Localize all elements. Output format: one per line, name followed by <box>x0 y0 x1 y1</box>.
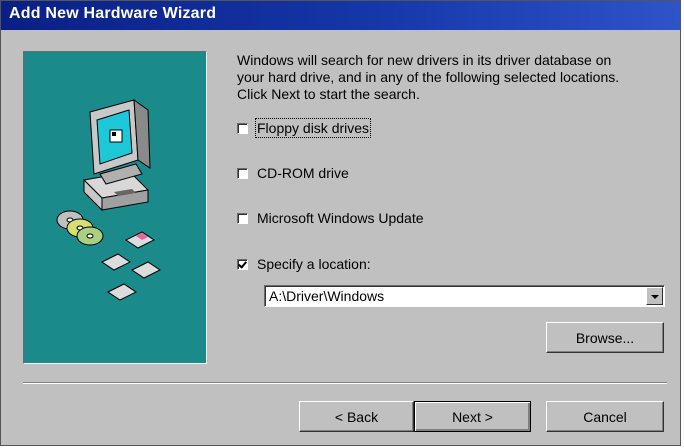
specify-location-checkbox[interactable] <box>237 258 248 270</box>
intro-line: Click Next to start the search. <box>237 86 420 102</box>
floppy-label[interactable]: Floppy disk drives <box>254 118 372 138</box>
floppy-checkbox[interactable] <box>237 122 248 134</box>
cdrom-label[interactable]: CD-ROM drive <box>257 165 349 181</box>
wizard-illustration <box>23 51 207 364</box>
option-specify-location[interactable]: Specify a location: <box>237 255 371 273</box>
option-windows-update[interactable]: Microsoft Windows Update <box>237 209 424 227</box>
computer-icon <box>82 98 151 212</box>
option-floppy[interactable]: Floppy disk drives <box>237 118 372 138</box>
window-title: Add New Hardware Wizard <box>9 5 217 22</box>
divider <box>23 382 667 384</box>
intro-line: your hard drive, and in any of the follo… <box>237 69 620 85</box>
floppy-disks-icon <box>101 231 161 301</box>
specify-location-label[interactable]: Specify a location: <box>257 256 371 272</box>
windows-update-checkbox[interactable] <box>237 212 248 224</box>
browse-button[interactable]: Browse... <box>546 322 664 353</box>
cdrom-checkbox[interactable] <box>237 167 248 179</box>
cd-discs-icon <box>56 210 104 246</box>
back-button[interactable]: < Back <box>299 401 414 432</box>
intro-line: Windows will search for new drivers in i… <box>237 52 612 68</box>
intro-text: Windows will search for new drivers in i… <box>237 52 667 103</box>
next-button[interactable]: Next > <box>414 401 531 432</box>
windows-update-label[interactable]: Microsoft Windows Update <box>257 210 424 226</box>
cancel-button[interactable]: Cancel <box>546 401 664 432</box>
location-value[interactable]: A:\Driver\Windows <box>269 288 384 304</box>
location-combobox[interactable]: A:\Driver\Windows <box>264 285 665 307</box>
title-bar[interactable]: Add New Hardware Wizard <box>1 1 680 30</box>
wizard-window: Add New Hardware Wizard Windows will sea… <box>0 0 681 446</box>
chevron-down-icon[interactable] <box>646 287 663 305</box>
option-cdrom[interactable]: CD-ROM drive <box>237 164 349 182</box>
illustration-svg <box>56 98 161 301</box>
